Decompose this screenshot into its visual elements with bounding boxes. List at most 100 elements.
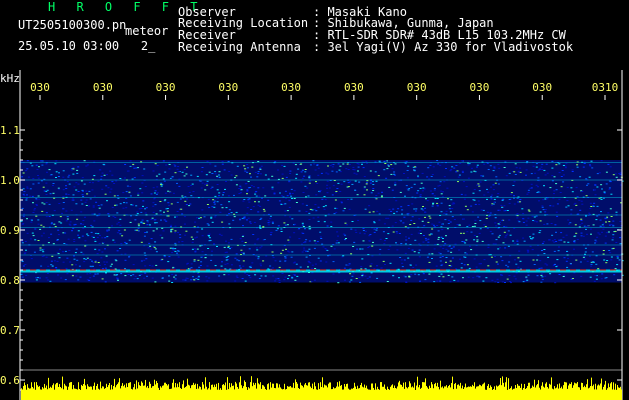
noise-dot — [610, 256, 613, 258]
noise-dot — [489, 212, 492, 214]
noise-bar — [196, 388, 197, 400]
noise-dot — [199, 265, 202, 266]
noise-dot — [160, 259, 163, 261]
noise-dot — [218, 176, 221, 178]
noise-dot — [350, 228, 353, 230]
noise-dot — [575, 259, 578, 261]
noise-dot — [132, 165, 135, 167]
noise-bar — [28, 387, 29, 400]
noise-bar — [362, 386, 363, 400]
noise-dot — [269, 265, 272, 267]
noise-dot — [347, 199, 350, 200]
noise-dot — [359, 248, 362, 250]
noise-dot — [372, 184, 375, 185]
noise-bar — [421, 387, 422, 400]
noise-bar — [64, 383, 65, 400]
noise-bar — [275, 388, 276, 400]
noise-dot — [539, 211, 542, 213]
noise-dot — [384, 163, 387, 164]
noise-bar — [236, 383, 237, 400]
noise-dot — [129, 186, 132, 187]
noise-dot — [391, 225, 394, 227]
noise-dot — [152, 205, 155, 207]
noise-dot — [140, 211, 143, 213]
noise-dot — [89, 198, 92, 200]
noise-dot — [504, 282, 506, 283]
noise-bar — [350, 389, 351, 400]
noise-dot — [363, 176, 366, 178]
noise-dot — [546, 264, 549, 266]
noise-bar — [365, 387, 366, 400]
x-tick-label: 0310 — [592, 81, 619, 94]
noise-bar — [254, 384, 255, 400]
noise-dot — [37, 182, 40, 184]
noise-dot — [174, 225, 177, 227]
noise-dot — [87, 235, 90, 237]
noise-dot — [74, 252, 77, 254]
noise-bar — [594, 389, 595, 400]
noise-dot — [206, 184, 209, 186]
noise-dot — [99, 169, 102, 171]
noise-dot — [246, 212, 249, 214]
noise-dot — [182, 279, 185, 281]
noise-dot — [151, 277, 154, 279]
noise-bar — [291, 387, 292, 400]
noise-dot — [236, 277, 239, 278]
noise-dot — [543, 253, 546, 254]
noise-dot — [574, 224, 577, 226]
noise-dot — [248, 248, 251, 250]
noise-dot — [391, 168, 394, 170]
noise-dot — [366, 182, 368, 184]
noise-dot — [97, 180, 100, 182]
noise-bar — [320, 382, 321, 400]
noise-dot — [101, 251, 104, 253]
noise-bar — [134, 383, 135, 400]
noise-dot — [76, 259, 79, 261]
noise-bar — [252, 386, 253, 400]
noise-dot — [246, 167, 249, 169]
noise-dot — [190, 263, 193, 265]
x-tick-label: 030 — [407, 81, 427, 94]
noise-dot — [418, 249, 421, 251]
noise-bar — [612, 389, 613, 400]
noise-dot — [272, 275, 275, 277]
noise-dot — [154, 163, 157, 165]
noise-dot — [345, 264, 348, 266]
noise-dot — [77, 279, 80, 281]
noise-dot — [406, 213, 409, 215]
noise-dot — [549, 187, 552, 189]
noise-dot — [483, 163, 486, 165]
noise-dot — [86, 233, 89, 235]
noise-dot — [450, 169, 453, 171]
noise-bar — [170, 388, 171, 400]
noise-bar — [108, 385, 109, 400]
noise-dot — [378, 253, 381, 255]
noise-bar — [373, 387, 374, 400]
noise-dot — [152, 211, 155, 213]
noise-bar — [600, 383, 601, 400]
noise-dot — [415, 264, 418, 266]
noise-dot — [174, 250, 177, 252]
noise-dot — [421, 172, 424, 174]
noise-dot — [595, 241, 598, 243]
noise-dot — [144, 186, 147, 187]
noise-dot — [441, 263, 444, 265]
noise-dot — [246, 164, 249, 165]
noise-dot — [324, 248, 327, 249]
noise-bar — [26, 389, 27, 400]
noise-bar — [144, 385, 145, 400]
noise-dot — [313, 247, 316, 249]
noise-dot — [104, 281, 107, 283]
noise-dot — [514, 174, 517, 175]
noise-dot — [165, 208, 168, 210]
noise-dot — [35, 198, 38, 200]
noise-dot — [124, 259, 127, 261]
noise-dot — [26, 168, 29, 170]
noise-bar — [83, 383, 84, 400]
noise-dot — [176, 168, 179, 170]
noise-dot — [174, 216, 176, 218]
noise-dot — [405, 239, 408, 241]
noise-dot — [234, 177, 236, 179]
noise-dot — [262, 187, 265, 189]
noise-dot — [494, 182, 497, 184]
